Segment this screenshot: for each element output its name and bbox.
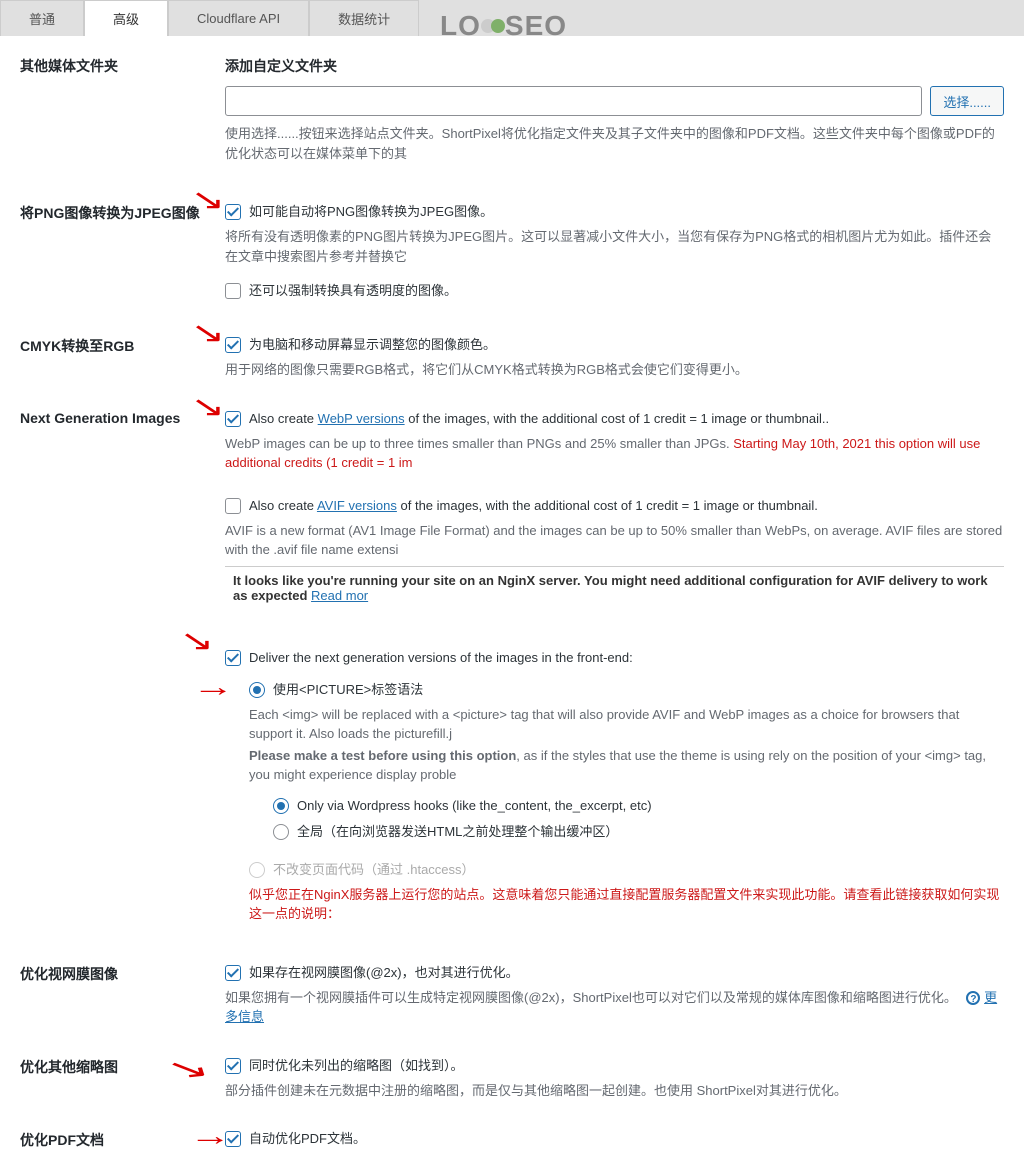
picture-radio[interactable]: [249, 682, 265, 698]
retina-desc: 如果您拥有一个视网膜插件可以生成特定视网膜图像(@2x)，ShortPixel也…: [225, 990, 957, 1005]
png-jpeg-auto-checkbox[interactable]: [225, 204, 241, 220]
cmyk-rgb-label: CMYK转换至RGB: [20, 336, 225, 356]
info-icon: ?: [966, 991, 980, 1005]
global-label: 全局（在向浏览器发送HTML之前处理整个输出缓冲区）: [297, 823, 618, 841]
media-folder-desc: 使用选择......按钮来选择站点文件夹。ShortPixel将优化指定文件夹及…: [225, 124, 1004, 163]
webp-pre: Also create: [249, 411, 318, 426]
other-thumbs-chk-label: 同时优化未列出的缩略图（如找到）。: [249, 1057, 464, 1075]
webp-post: of the images, with the additional cost …: [405, 411, 830, 426]
media-folder-title: 添加自定义文件夹: [225, 56, 1004, 76]
png-jpeg-force-label: 还可以强制转换具有透明度的图像。: [249, 282, 457, 300]
tab-normal[interactable]: 普通: [0, 0, 84, 36]
htaccess-warn: 似乎您正在NginX服务器上运行您的站点。这意味着您只能通过直接配置服务器配置文…: [249, 885, 1004, 924]
avif-desc: AVIF is a new format (AV1 Image File For…: [225, 521, 1004, 560]
avif-pre: Also create: [249, 498, 317, 513]
webp-checkbox[interactable]: [225, 411, 241, 427]
hooks-label: Only via Wordpress hooks (like the_conte…: [297, 797, 652, 815]
pdf-checkbox[interactable]: [225, 1131, 241, 1147]
avif-readmore-link[interactable]: Read mor: [311, 588, 368, 603]
other-thumbs-desc: 部分插件创建未在元数据中注册的缩略图，而是仅与其他缩略图一起创建。也使用 Sho…: [225, 1081, 1004, 1101]
cmyk-rgb-chk-label: 为电脑和移动屏幕显示调整您的图像颜色。: [249, 336, 496, 354]
webp-link[interactable]: WebP versions: [318, 411, 405, 426]
browse-button[interactable]: 选择......: [930, 86, 1004, 116]
tab-cloudflare[interactable]: Cloudflare API: [168, 0, 309, 36]
tab-stats[interactable]: 数据统计: [309, 0, 419, 36]
picture-desc2-bold: Please make a test before using this opt…: [249, 748, 516, 763]
png-jpeg-auto-label: 如可能自动将PNG图像转换为JPEG图像。: [249, 203, 493, 221]
hooks-radio[interactable]: [273, 798, 289, 814]
nextgen-label: Next Generation Images: [20, 410, 225, 426]
picture-desc1: Each <img> will be replaced with a <pict…: [249, 705, 1004, 744]
pdf-chk-label: 自动优化PDF文档。: [249, 1130, 366, 1148]
retina-checkbox[interactable]: [225, 965, 241, 981]
media-folder-input[interactable]: [225, 86, 922, 116]
png-jpeg-label: 将PNG图像转换为JPEG图像: [20, 203, 225, 223]
cmyk-rgb-desc: 用于网络的图像只需要RGB格式，将它们从CMYK格式转换为RGB格式会使它们变得…: [225, 360, 1004, 380]
media-folder-label: 其他媒体文件夹: [20, 56, 225, 76]
retina-label: 优化视网膜图像: [20, 964, 225, 984]
htaccess-radio: [249, 862, 265, 878]
pdf-label: 优化PDF文档: [20, 1130, 225, 1150]
tab-advanced[interactable]: 高级: [84, 0, 168, 36]
png-jpeg-force-checkbox[interactable]: [225, 283, 241, 299]
deliver-checkbox[interactable]: [225, 650, 241, 666]
png-jpeg-desc: 将所有没有透明像素的PNG图片转换为JPEG图片。这可以显著减小文件大小，当您有…: [225, 227, 1004, 266]
htaccess-label: 不改变页面代码（通过 .htaccess）: [273, 861, 475, 879]
cmyk-rgb-checkbox[interactable]: [225, 337, 241, 353]
avif-post: of the images, with the additional cost …: [397, 498, 818, 513]
global-radio[interactable]: [273, 824, 289, 840]
other-thumbs-checkbox[interactable]: [225, 1058, 241, 1074]
deliver-label: Deliver the next generation versions of …: [249, 649, 633, 667]
picture-label: 使用<PICTURE>标签语法: [273, 681, 423, 699]
avif-link[interactable]: AVIF versions: [317, 498, 397, 513]
webp-desc-pre: WebP images can be up to three times sma…: [225, 436, 733, 451]
avif-checkbox[interactable]: [225, 498, 241, 514]
other-thumbs-label: 优化其他缩略图: [20, 1057, 225, 1077]
retina-chk-label: 如果存在视网膜图像(@2x)，也对其进行优化。: [249, 964, 519, 982]
